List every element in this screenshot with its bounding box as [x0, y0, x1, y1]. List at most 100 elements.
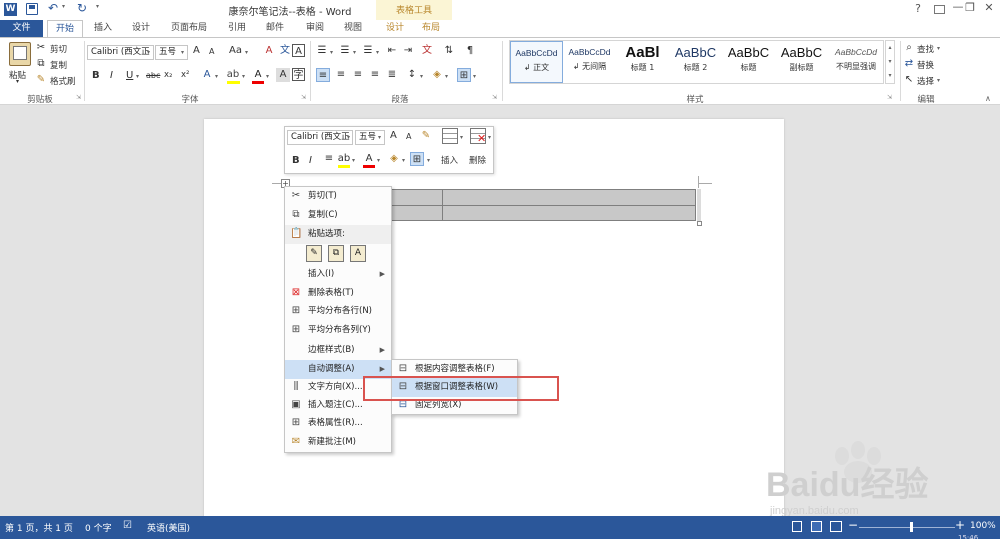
paste-keep-source-icon[interactable]: ✎ [306, 245, 322, 262]
text-effects-icon[interactable]: A [200, 68, 214, 82]
shrink-font-button[interactable]: A [209, 47, 214, 56]
bullets-icon[interactable]: ☰ [315, 44, 329, 58]
align-center-icon[interactable]: ≡ [334, 68, 348, 82]
menu-item-distribute-rows[interactable]: ⊞ 平均分布各行(N) [285, 302, 391, 321]
font-name-box[interactable]: Calibri (西文正 [87, 45, 154, 60]
superscript-button[interactable]: x² [181, 70, 189, 80]
mini-bold-icon[interactable]: B [292, 155, 300, 166]
highlight-dropdown-icon[interactable]: ▾ [242, 73, 245, 80]
help-icon[interactable]: ? [910, 2, 926, 16]
numbering-dropdown-icon[interactable]: ▾ [353, 49, 356, 56]
multilevel-list-icon[interactable]: ☰ [361, 44, 375, 58]
shading-icon[interactable]: ◈ [430, 68, 444, 82]
paste-icon[interactable] [9, 42, 31, 66]
undo-dropdown-icon[interactable]: ▾ [62, 3, 65, 10]
clear-formatting-icon[interactable]: A [262, 44, 276, 58]
style-heading1[interactable]: AaBl 标题 1 [616, 41, 669, 83]
tab-design[interactable]: 设计 [126, 20, 156, 38]
menu-item-border-styles[interactable]: 边框样式(B) ▶ [285, 341, 391, 360]
numbering-icon[interactable]: ☰ [338, 44, 352, 58]
save-icon[interactable] [26, 3, 38, 15]
paragraph-launcher-icon[interactable]: ⇲ [492, 94, 497, 101]
cut-button[interactable]: 剪切 [50, 43, 67, 55]
menu-item-delete-table[interactable]: ⊠ 删除表格(T) [285, 284, 391, 303]
distributed-icon[interactable]: ≣ [385, 68, 399, 82]
page-count[interactable]: 第 1 页，共 1 页 [5, 521, 73, 534]
mini-borders-icon[interactable]: ⊞ [410, 152, 424, 166]
increase-indent-icon[interactable]: ⇥ [401, 44, 415, 58]
tab-table-layout[interactable]: 布局 [416, 20, 446, 38]
show-marks-icon[interactable]: ¶ [463, 44, 477, 58]
underline-button[interactable]: U [126, 70, 133, 81]
chinese-layout-icon[interactable]: 文 [420, 44, 434, 58]
mini-highlight-dropdown-icon[interactable]: ▾ [352, 157, 355, 164]
copy-button[interactable]: 复制 [50, 59, 67, 71]
tab-review[interactable]: 审阅 [300, 20, 330, 38]
subscript-button[interactable]: x₂ [164, 70, 172, 80]
mini-highlight-icon[interactable]: ab [337, 152, 351, 166]
language-status[interactable]: 英语(美国) [147, 521, 190, 534]
select-button[interactable]: 选择 [917, 75, 934, 87]
table-resize-handle[interactable] [697, 221, 702, 226]
mini-font-color-icon[interactable]: A [362, 152, 376, 166]
format-painter-button[interactable]: 格式刷 [50, 75, 76, 87]
find-dropdown-icon[interactable]: ▾ [937, 45, 940, 52]
scissors-icon[interactable]: ✂ [34, 41, 48, 55]
zoom-slider-track[interactable] [859, 527, 955, 528]
tab-page-layout[interactable]: 页面布局 [166, 20, 212, 38]
mini-center-icon[interactable]: ≡ [322, 152, 336, 166]
line-spacing-dropdown-icon[interactable]: ▾ [420, 73, 423, 80]
menu-item-table-properties[interactable]: ⊞ 表格属性(R)... [285, 414, 391, 433]
format-painter-icon[interactable]: ✎ [34, 73, 48, 87]
mini-insert-dropdown-icon[interactable]: ▾ [460, 134, 463, 141]
web-layout-icon[interactable] [830, 521, 842, 532]
find-button[interactable]: 查找 [917, 43, 934, 55]
copy-icon[interactable]: ⧉ [34, 57, 48, 71]
grow-font-button[interactable]: A [193, 45, 200, 56]
tab-table-design[interactable]: 设计 [380, 20, 410, 38]
align-left-icon[interactable]: ≡ [316, 68, 330, 82]
borders-dropdown-icon[interactable]: ▾ [473, 73, 476, 80]
close-icon[interactable]: ✕ [981, 1, 997, 15]
mini-font-name-box[interactable]: Calibri (西文正 [287, 130, 353, 145]
mini-delete-dropdown-icon[interactable]: ▾ [488, 134, 491, 141]
style-subtle-emphasis[interactable]: AaBbCcDd 不明显强调 [828, 41, 884, 83]
shading-dropdown-icon[interactable]: ▾ [445, 73, 448, 80]
mini-font-size-dropdown-icon[interactable]: ▾ [378, 134, 381, 141]
mini-delete-label[interactable]: 删除 [469, 154, 486, 166]
tab-references[interactable]: 引用 [222, 20, 252, 38]
font-launcher-icon[interactable]: ⇲ [301, 94, 306, 101]
strikethrough-button[interactable]: abc [146, 71, 160, 80]
select-dropdown-icon[interactable]: ▾ [937, 77, 940, 84]
enclose-character-icon[interactable]: A [292, 44, 305, 57]
clipboard-launcher-icon[interactable]: ⇲ [76, 94, 81, 101]
bullets-dropdown-icon[interactable]: ▾ [330, 49, 333, 56]
zoom-slider-thumb[interactable] [910, 522, 913, 532]
paste-merge-icon[interactable]: ⧉ [328, 245, 344, 262]
ribbon-display-icon[interactable] [934, 5, 945, 14]
customize-qat-icon[interactable]: ▾ [96, 3, 99, 10]
tab-file[interactable]: 文件 [0, 20, 43, 38]
highlight-icon[interactable]: ab [226, 68, 240, 82]
mini-shading-icon[interactable]: ◈ [387, 152, 401, 166]
mini-insert-label[interactable]: 插入 [441, 154, 458, 166]
change-case-dropdown-icon[interactable]: ▾ [245, 49, 248, 56]
mini-insert-table-icon[interactable] [442, 128, 458, 144]
mini-shading-dropdown-icon[interactable]: ▾ [402, 157, 405, 164]
justify-icon[interactable]: ≡ [368, 68, 382, 82]
replace-button[interactable]: 替换 [917, 59, 934, 71]
styles-scroll-icon[interactable]: ▴ ▾ ▾ [885, 40, 895, 84]
zoom-in-button[interactable]: + [955, 518, 965, 532]
mini-borders-dropdown-icon[interactable]: ▾ [427, 157, 430, 164]
mini-shrink-font-icon[interactable]: A [406, 132, 411, 141]
font-name-dropdown-icon[interactable]: ▾ [147, 49, 150, 56]
redo-icon[interactable]: ↻ [77, 1, 87, 15]
align-right-icon[interactable]: ≡ [351, 68, 365, 82]
styles-launcher-icon[interactable]: ⇲ [887, 94, 892, 101]
change-case-button[interactable]: Aa [229, 45, 242, 56]
tab-insert[interactable]: 插入 [88, 20, 118, 38]
proofing-icon[interactable]: ☑ [123, 520, 132, 531]
style-normal[interactable]: AaBbCcDd ↲ 正文 [510, 41, 563, 83]
paste-dropdown-icon[interactable]: ▾ [16, 78, 19, 85]
menu-item-new-comment[interactable]: ✉ 新建批注(M) [285, 433, 391, 452]
